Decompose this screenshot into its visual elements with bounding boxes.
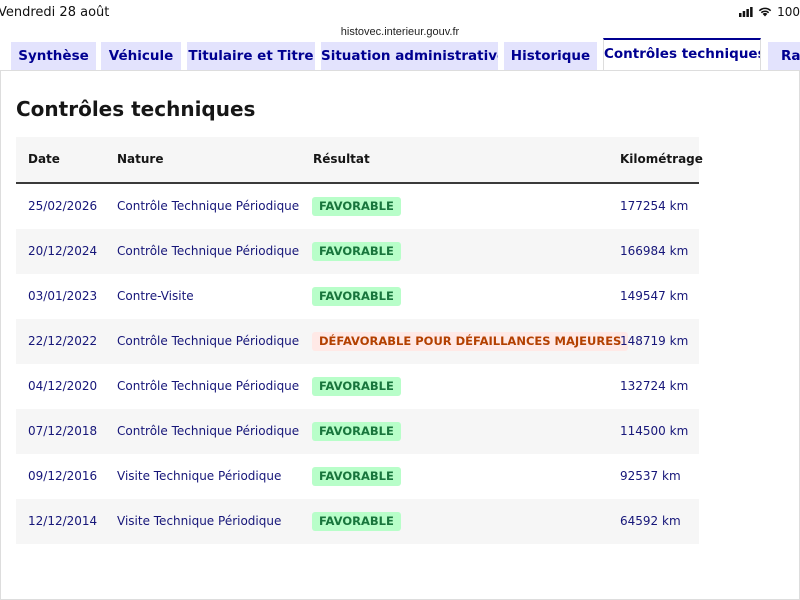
cell-nature: Contrôle Technique Périodique bbox=[117, 424, 300, 438]
tab-bar: Synthèse Véhicule Titulaire et Titre Sit… bbox=[0, 38, 800, 71]
table-row: 09/12/2016 Visite Technique Périodique F… bbox=[16, 454, 699, 499]
cell-kilometrage: 166984 km bbox=[620, 244, 689, 258]
result-badge: FAVORABLE bbox=[312, 242, 401, 261]
header-kilometrage: Kilométrage bbox=[620, 152, 703, 166]
status-indicators: 100 bbox=[739, 5, 800, 19]
cell-date: 04/12/2020 bbox=[28, 379, 98, 393]
header-resultat: Résultat bbox=[313, 152, 370, 166]
result-badge: DÉFAVORABLE POUR DÉFAILLANCES MAJEURES bbox=[312, 332, 629, 351]
table-header: Date Nature Résultat Kilométrage bbox=[16, 137, 703, 184]
cell-kilometrage: 92537 km bbox=[620, 469, 681, 483]
table-row: 04/12/2020 Contrôle Technique Périodique… bbox=[16, 364, 699, 409]
tab-titulaire-et-titre[interactable]: Titulaire et Titre bbox=[187, 42, 315, 70]
tab-rapport[interactable]: Rap bbox=[768, 42, 800, 70]
result-badge: FAVORABLE bbox=[312, 197, 401, 216]
table-row: 07/12/2018 Contrôle Technique Périodique… bbox=[16, 409, 699, 454]
cell-nature: Contrôle Technique Périodique bbox=[117, 199, 300, 213]
header-nature: Nature bbox=[117, 152, 164, 166]
result-badge: FAVORABLE bbox=[312, 287, 401, 306]
table-row: 20/12/2024 Contrôle Technique Périodique… bbox=[16, 229, 699, 274]
status-time: Vendredi 28 août bbox=[0, 5, 110, 20]
page-title: Contrôles techniques bbox=[16, 97, 256, 121]
cell-nature: Visite Technique Périodique bbox=[117, 514, 282, 528]
cell-nature: Contrôle Technique Périodique bbox=[117, 379, 300, 393]
table-row: 12/12/2014 Visite Technique Périodique F… bbox=[16, 499, 699, 544]
cell-kilometrage: 177254 km bbox=[620, 199, 689, 213]
result-badge: FAVORABLE bbox=[312, 422, 401, 441]
cell-kilometrage: 64592 km bbox=[620, 514, 681, 528]
cell-nature: Contrôle Technique Périodique bbox=[117, 334, 300, 348]
cell-kilometrage: 149547 km bbox=[620, 289, 689, 303]
controls-table: Date Nature Résultat Kilométrage 25/02/2… bbox=[16, 137, 703, 544]
cell-kilometrage: 148719 km bbox=[620, 334, 689, 348]
tab-situation-administrative[interactable]: Situation administrative bbox=[321, 42, 498, 70]
result-badge: FAVORABLE bbox=[312, 467, 401, 486]
cell-date: 12/12/2014 bbox=[28, 514, 98, 528]
cell-date: 07/12/2018 bbox=[28, 424, 98, 438]
cell-date: 09/12/2016 bbox=[28, 469, 98, 483]
cell-nature: Visite Technique Périodique bbox=[117, 469, 282, 483]
cell-kilometrage: 132724 km bbox=[620, 379, 689, 393]
cell-nature: Contrôle Technique Périodique bbox=[117, 244, 300, 258]
result-badge: FAVORABLE bbox=[312, 377, 401, 396]
cell-kilometrage: 114500 km bbox=[620, 424, 689, 438]
header-date: Date bbox=[28, 152, 60, 166]
cell-date: 20/12/2024 bbox=[28, 244, 98, 258]
tab-historique[interactable]: Historique bbox=[504, 42, 597, 70]
table-row: 03/01/2023 Contre-Visite FAVORABLE 14954… bbox=[16, 274, 699, 319]
tab-vehicule[interactable]: Véhicule bbox=[101, 42, 181, 70]
battery-level: 100 bbox=[777, 5, 800, 19]
tab-controles-techniques[interactable]: Contrôles techniques bbox=[603, 38, 761, 71]
table-row: 22/12/2022 Contrôle Technique Périodique… bbox=[16, 319, 699, 364]
result-badge: FAVORABLE bbox=[312, 512, 401, 531]
signal-icon bbox=[739, 7, 753, 17]
cell-nature: Contre-Visite bbox=[117, 289, 194, 303]
wifi-icon bbox=[758, 7, 772, 17]
table-row: 25/02/2026 Contrôle Technique Périodique… bbox=[16, 184, 699, 229]
cell-date: 22/12/2022 bbox=[28, 334, 98, 348]
cell-date: 03/01/2023 bbox=[28, 289, 98, 303]
tab-synthese[interactable]: Synthèse bbox=[11, 42, 96, 70]
cell-date: 25/02/2026 bbox=[28, 199, 98, 213]
